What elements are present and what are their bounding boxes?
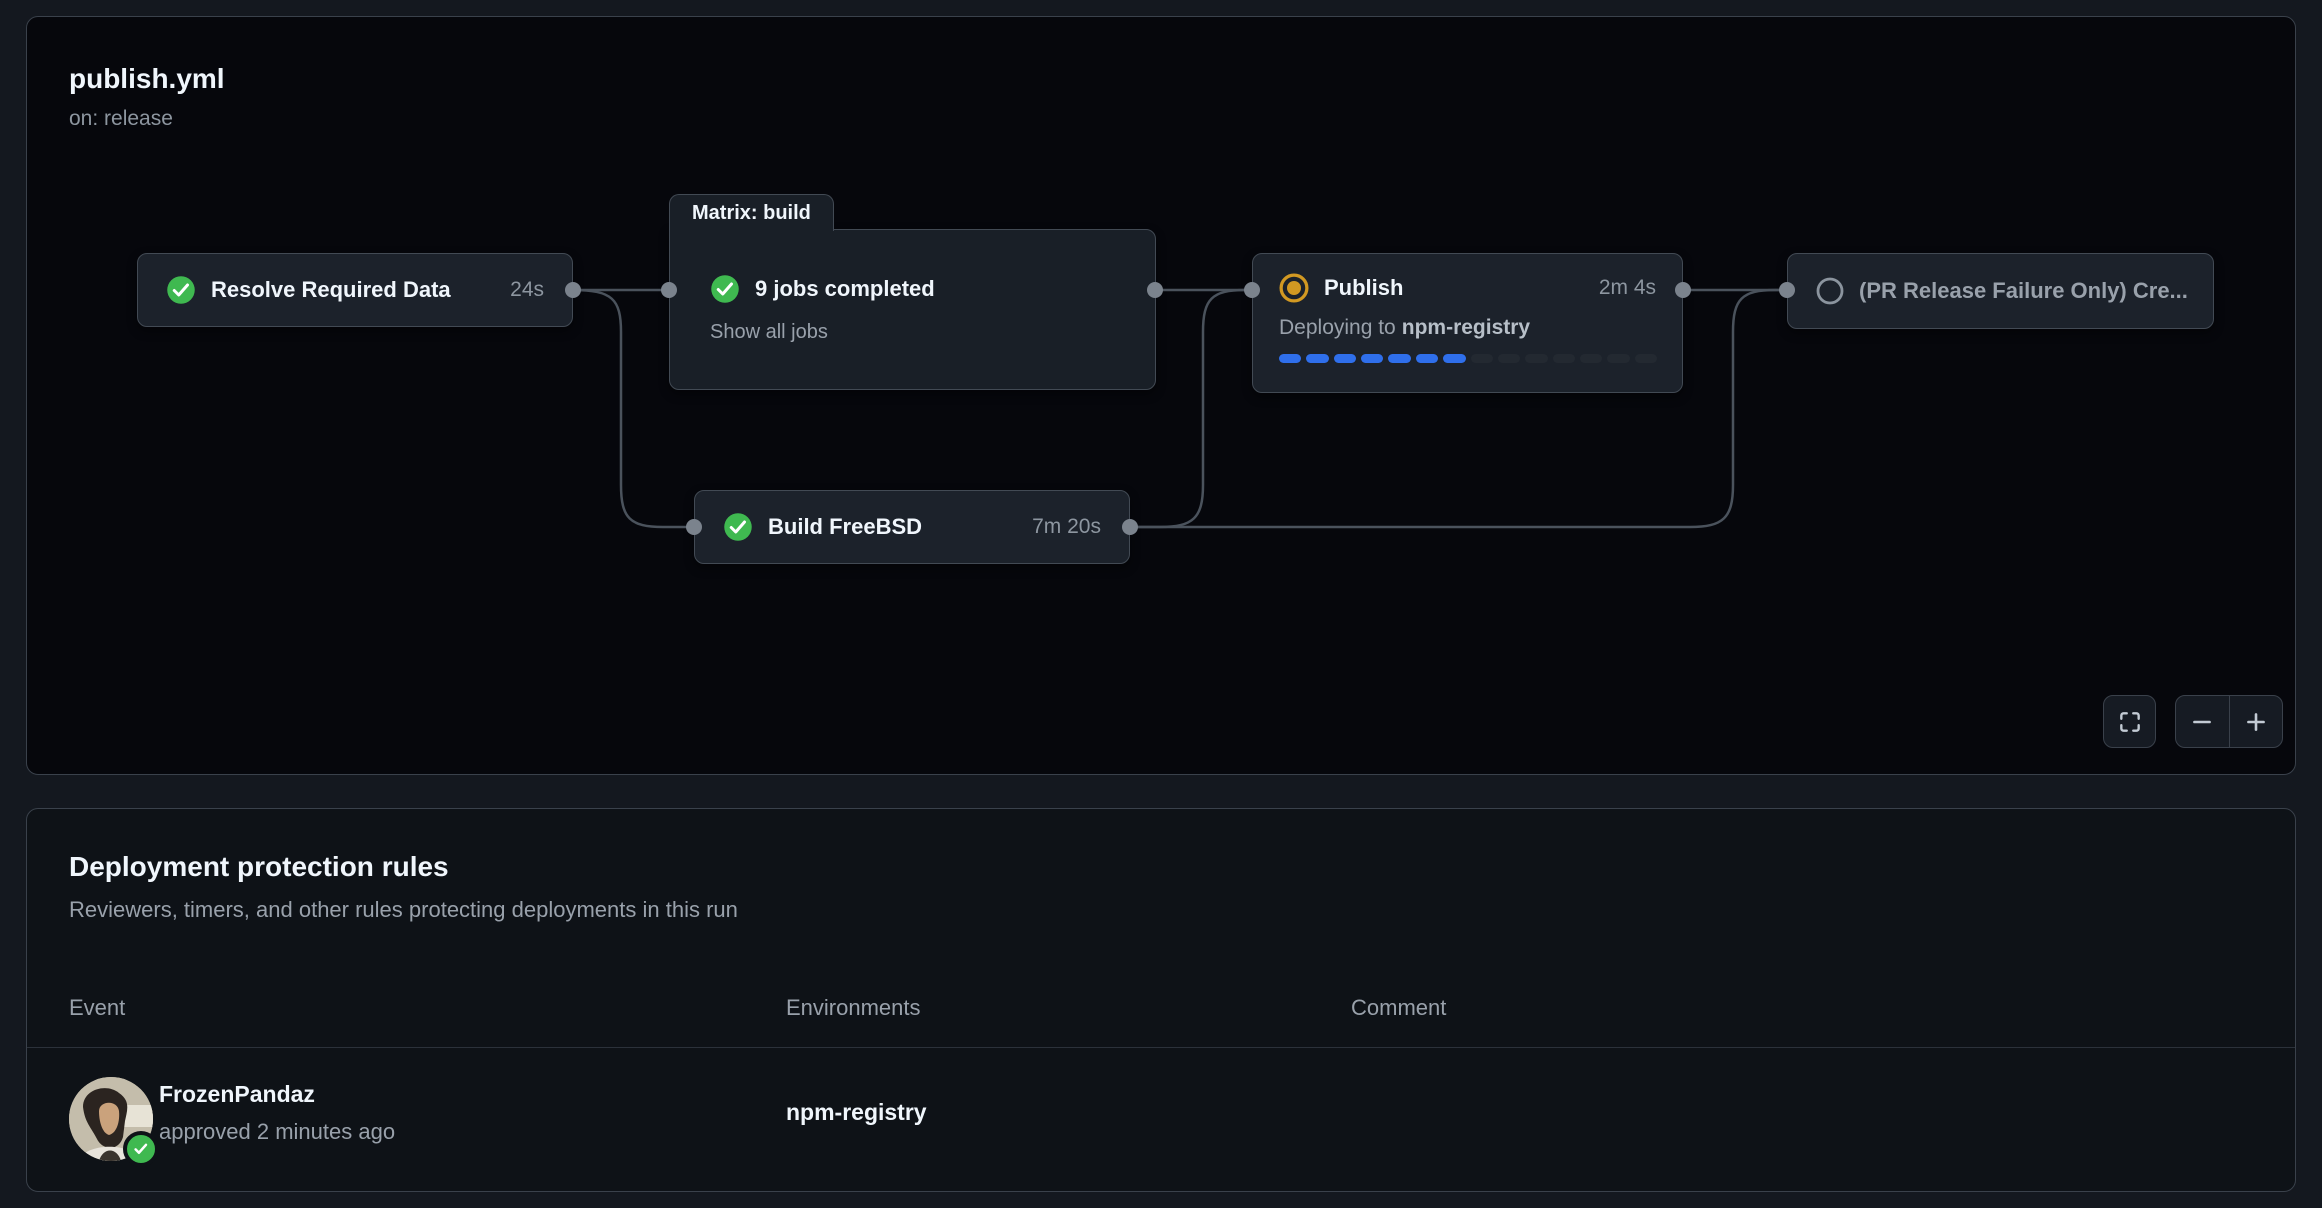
- zoom-in-button[interactable]: [2229, 696, 2283, 747]
- deploy-prefix: Deploying to: [1279, 316, 1396, 339]
- in-progress-icon: [1279, 273, 1309, 303]
- rules-heading: Deployment protection rules: [69, 851, 449, 883]
- matrix-group-tab: Matrix: build: [669, 194, 834, 231]
- show-all-jobs-link[interactable]: Show all jobs: [710, 321, 1131, 344]
- job-node-publish[interactable]: Publish 2m 4s Deploying to npm-registry: [1252, 253, 1683, 393]
- matrix-tab-label: Matrix: build: [692, 202, 811, 225]
- success-check-icon: [166, 275, 196, 305]
- progress-segment: [1306, 354, 1328, 363]
- deploy-progress: [1279, 354, 1657, 363]
- job-node-resolve-required-data[interactable]: Resolve Required Data 24s: [137, 253, 573, 327]
- row-environment: npm-registry: [786, 1099, 927, 1126]
- job-label: Build FreeBSD: [768, 514, 922, 540]
- approval-status: approved 2 minutes ago: [159, 1119, 395, 1145]
- progress-segment: [1498, 354, 1520, 363]
- workflow-trigger: on: release: [69, 107, 173, 131]
- rules-table-header: Event Environments Comment: [27, 995, 2295, 1047]
- table-row: FrozenPandaz approved 2 minutes ago npm-…: [27, 1047, 2295, 1191]
- job-label: Resolve Required Data: [211, 277, 451, 303]
- progress-segment: [1635, 354, 1657, 363]
- zoom-controls: [2175, 695, 2283, 748]
- job-node-build-freebsd[interactable]: Build FreeBSD 7m 20s: [694, 490, 1130, 564]
- column-header-environments: Environments: [786, 995, 921, 1021]
- workflow-graph-panel: publish.yml on: release: [26, 16, 2296, 775]
- job-duration: 2m 4s: [1579, 276, 1656, 300]
- rules-subheading: Reviewers, timers, and other rules prote…: [69, 897, 738, 923]
- job-duration: 7m 20s: [1012, 515, 1101, 539]
- job-node-pr-release-failure[interactable]: (PR Release Failure Only) Cre...: [1787, 253, 2214, 329]
- minus-icon: [2189, 709, 2215, 735]
- reviewer-name: FrozenPandaz: [159, 1081, 315, 1108]
- progress-segment: [1525, 354, 1547, 363]
- job-duration: 24s: [490, 278, 544, 302]
- deployment-protection-rules-panel: Deployment protection rules Reviewers, t…: [26, 808, 2296, 1192]
- progress-segment: [1334, 354, 1356, 363]
- success-check-icon: [710, 274, 740, 304]
- expand-corners-icon: [2117, 709, 2143, 735]
- progress-segment: [1443, 354, 1465, 363]
- progress-segment: [1580, 354, 1602, 363]
- job-label: (PR Release Failure Only) Cre...: [1859, 278, 2188, 304]
- approved-check-badge: [123, 1131, 159, 1167]
- fullscreen-button[interactable]: [2103, 695, 2156, 748]
- progress-segment: [1416, 354, 1438, 363]
- progress-segment: [1279, 354, 1301, 363]
- plus-icon: [2243, 709, 2269, 735]
- progress-segment: [1471, 354, 1493, 363]
- deploy-environment: npm-registry: [1402, 316, 1530, 339]
- progress-segment: [1388, 354, 1410, 363]
- column-header-event: Event: [69, 995, 125, 1021]
- column-header-comment: Comment: [1351, 995, 1446, 1021]
- progress-segment: [1361, 354, 1383, 363]
- progress-segment: [1553, 354, 1575, 363]
- zoom-out-button[interactable]: [2176, 696, 2229, 747]
- job-node-matrix-build[interactable]: 9 jobs completed Show all jobs: [669, 229, 1156, 390]
- pending-circle-icon: [1816, 277, 1844, 305]
- workflow-title: publish.yml: [69, 63, 225, 95]
- progress-segment: [1607, 354, 1629, 363]
- matrix-jobs-label: 9 jobs completed: [755, 276, 935, 302]
- job-label: Publish: [1324, 275, 1403, 301]
- success-check-icon: [723, 512, 753, 542]
- deploy-status-line: Deploying to npm-registry: [1279, 316, 1656, 340]
